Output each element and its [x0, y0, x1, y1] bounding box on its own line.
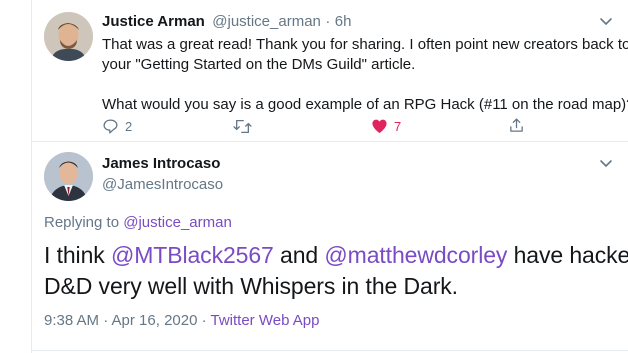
main-tweet: James Introcaso @JamesIntrocaso Replying…: [32, 142, 628, 353]
reply-text-line: What would you say is a good example of …: [102, 96, 628, 113]
reply-text-line: your "Getting Started on the DMs Guild" …: [102, 56, 416, 73]
reply-text: That was a great read! Thank you for sha…: [102, 35, 628, 115]
tweet-source-link[interactable]: Twitter Web App: [211, 312, 320, 329]
reply-tweet[interactable]: Justice Arman @justice_arman · 6h That w…: [32, 0, 628, 142]
main-tweet-text: I think @MTBlack2567 and @matthewdcorley…: [44, 240, 628, 302]
avatar-image-justice: [44, 12, 93, 61]
main-author-name[interactable]: James Introcaso: [102, 155, 220, 172]
share-button[interactable]: [508, 117, 525, 134]
heart-icon: [372, 119, 387, 134]
mention-link[interactable]: @MTBlack2567: [111, 242, 274, 268]
main-text-line: D&D very well with Whispers in the Dark.: [44, 273, 458, 299]
main-menu-button[interactable]: [599, 156, 613, 175]
main-text-part: and: [273, 242, 325, 268]
main-author-handle[interactable]: @JamesIntrocaso: [102, 176, 223, 193]
reply-author-name[interactable]: Justice Arman: [102, 13, 205, 30]
retweet-icon: [233, 119, 252, 134]
reply-text-line: That was a great read! Thank you for sha…: [102, 36, 628, 53]
chevron-down-icon: [600, 18, 612, 26]
main-text-part: I think: [44, 242, 111, 268]
tweet-timestamp[interactable]: 9:38 AM · Apr 16, 2020 ·: [44, 312, 211, 329]
reply-author-handle[interactable]: @justice_arman: [212, 13, 321, 30]
retweet-button[interactable]: [233, 118, 252, 135]
replying-to-handle[interactable]: @justice_arman: [123, 214, 232, 231]
main-text-part: have hacked: [513, 242, 628, 268]
chevron-down-icon: [600, 160, 612, 168]
divider: [32, 350, 628, 351]
tweet-meta: 9:38 AM · Apr 16, 2020 · Twitter Web App: [44, 312, 319, 329]
replying-to-prefix: Replying to: [44, 214, 120, 231]
reply-icon: [103, 119, 118, 134]
avatar-image-james: [44, 152, 93, 201]
reply-menu-button[interactable]: [599, 14, 613, 33]
reply-separator: ·: [325, 13, 331, 30]
avatar[interactable]: [44, 152, 93, 201]
reply-count: 2: [125, 119, 133, 134]
reply-button[interactable]: 2: [102, 118, 132, 135]
reply-time[interactable]: 6h: [335, 13, 352, 30]
share-icon: [510, 118, 523, 132]
replying-to: Replying to @justice_arman: [44, 214, 232, 231]
mention-link[interactable]: @matthewdcorley: [324, 242, 507, 268]
avatar[interactable]: [44, 12, 93, 61]
like-count: 7: [394, 118, 402, 134]
tweet-thread: Justice Arman @justice_arman · 6h That w…: [31, 0, 628, 353]
like-button[interactable]: 7: [371, 118, 401, 134]
